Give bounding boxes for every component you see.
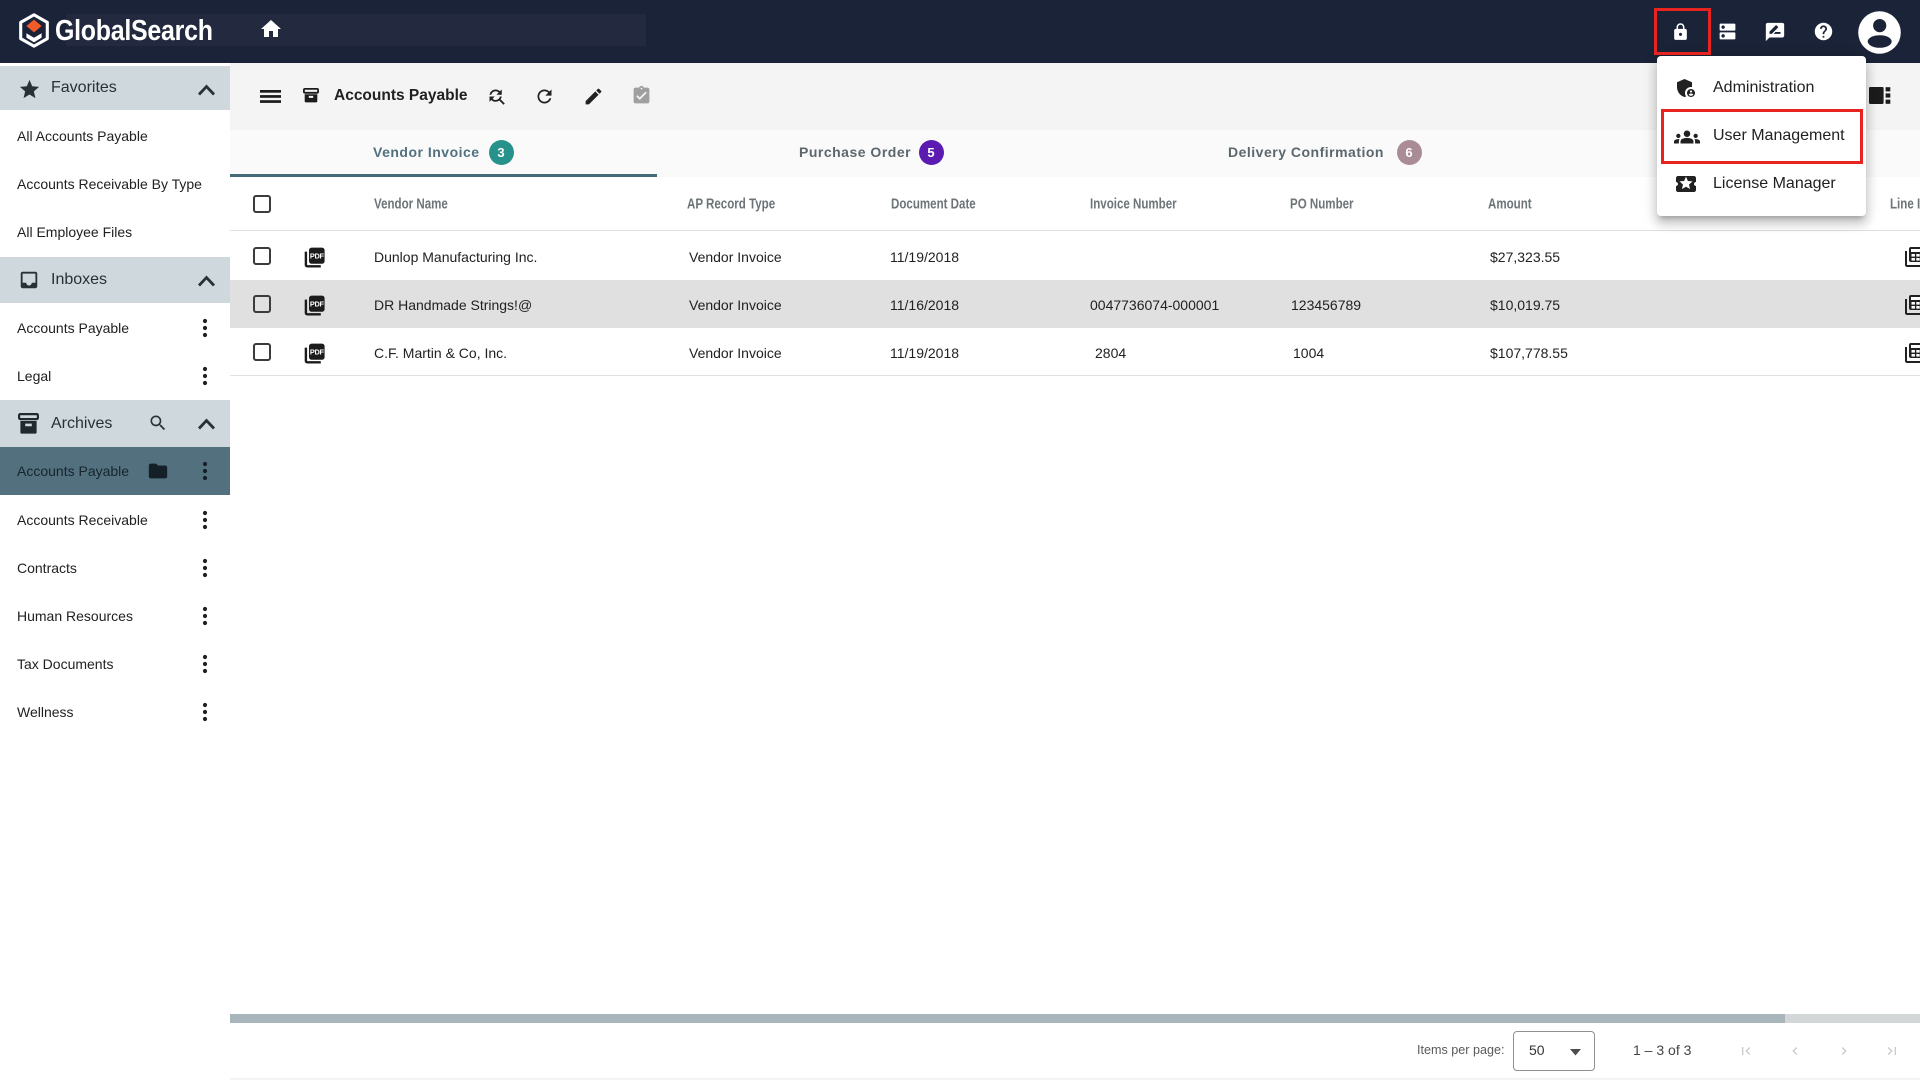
svg-text:PDF: PDF xyxy=(310,300,325,309)
svg-text:PDF: PDF xyxy=(310,252,325,261)
svg-text:PDF: PDF xyxy=(310,348,325,357)
